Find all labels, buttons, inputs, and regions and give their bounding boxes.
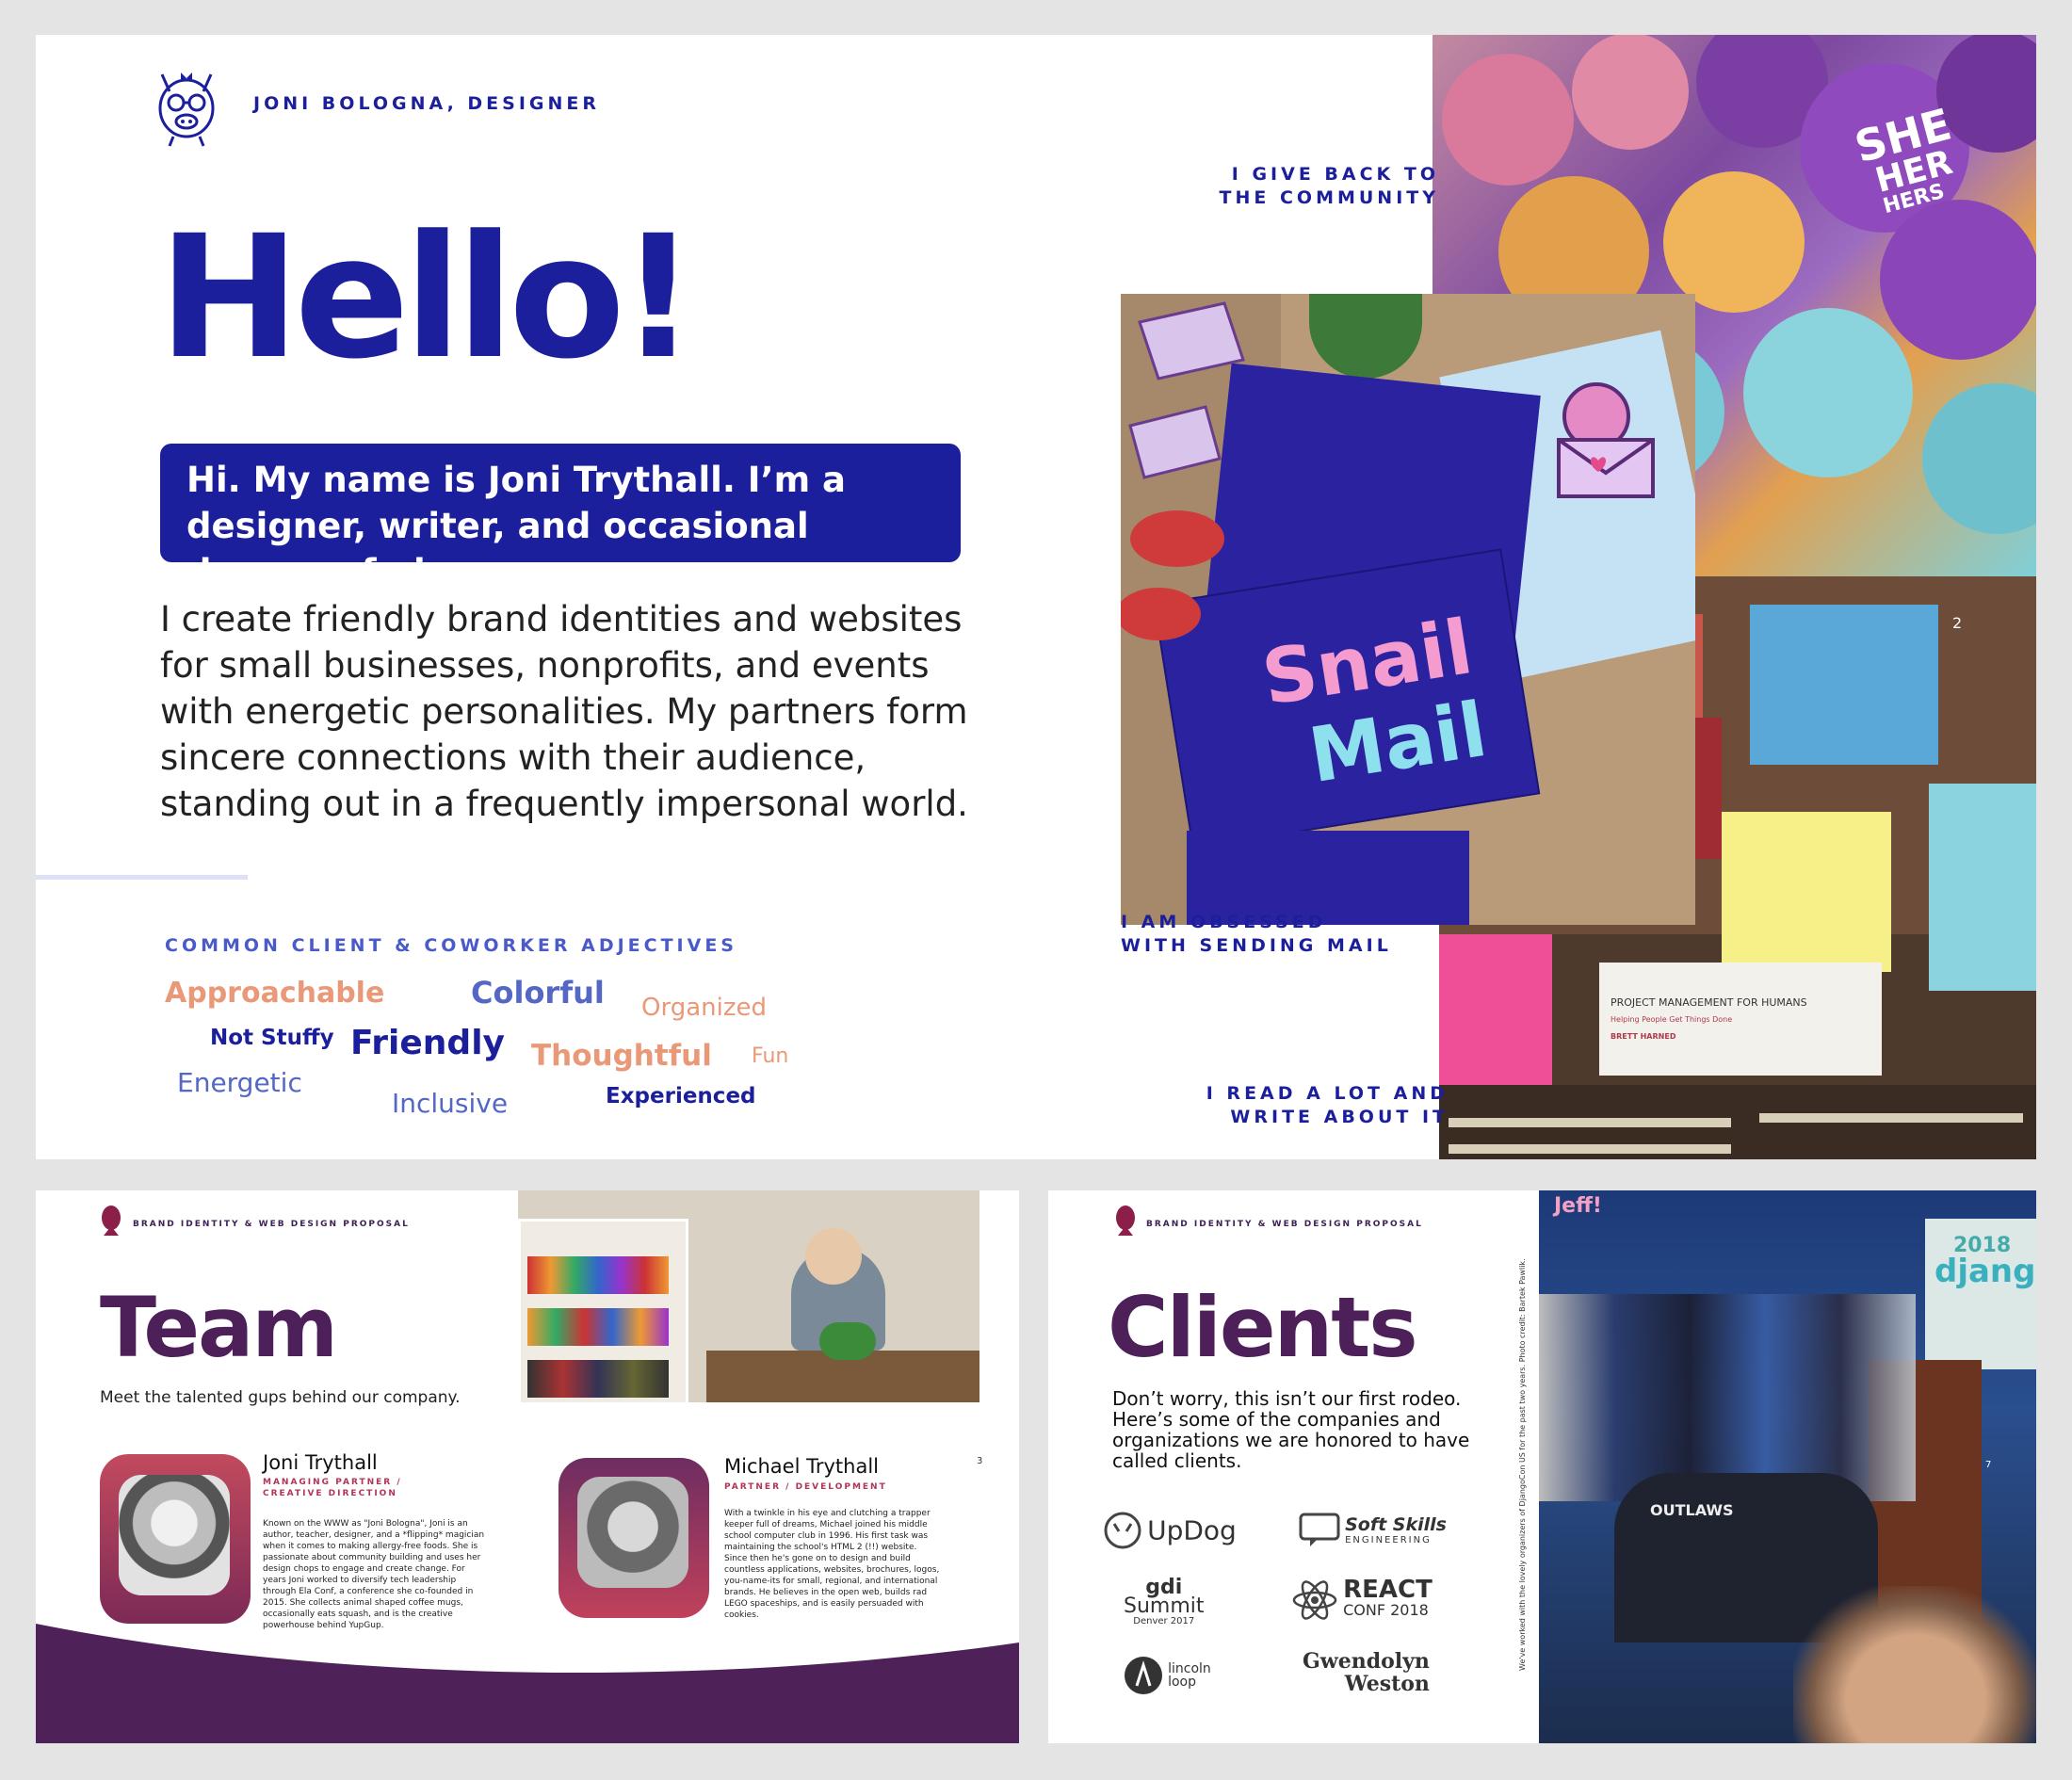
photo-page-number: 2 [1952, 614, 1963, 632]
clients-slide: BRAND IDENTITY & WEB DESIGN PROPOSAL Cli… [1048, 1190, 2036, 1743]
client-logo-gdi: gdi Summit Denver 2017 [1124, 1578, 1205, 1627]
adjective: Organized [641, 994, 767, 1022]
office-photo [518, 1190, 979, 1402]
weston-text: Weston [1344, 1672, 1430, 1696]
member-role: PARTNER / DEVELOPMENT [724, 1482, 887, 1492]
member-bio: With a twinkle in his eye and clutching … [724, 1509, 940, 1620]
shirt-text: OUTLAWS [1650, 1501, 1734, 1519]
intro-text: Hi. My name is Joni Trythall. I’m a desi… [186, 460, 846, 592]
client-logo-gwendolyn: Gwendolyn Weston [1303, 1650, 1430, 1695]
book-title: PROJECT MANAGEMENT FOR HUMANS [1611, 996, 1807, 1009]
adjective: Energetic [177, 1067, 302, 1098]
snail-mail-photo: Snail Mail [1121, 294, 1695, 925]
page-number: 3 [977, 1456, 983, 1466]
proposal-brand: BRAND IDENTITY & WEB DESIGN PROPOSAL [1146, 1220, 1423, 1229]
label-mail-line: I AM OBSESSED [1121, 912, 1327, 932]
label-community-line: THE COMMUNITY [1219, 187, 1439, 208]
chat-bubble-icon [1299, 1513, 1340, 1546]
lincoln-loop-icon [1125, 1657, 1162, 1694]
adjective: Experienced [606, 1084, 756, 1108]
divider [36, 875, 248, 880]
proposal-brand: BRAND IDENTITY & WEB DESIGN PROPOSAL [133, 1220, 410, 1229]
member-card-michael [558, 1458, 709, 1618]
gwendolyn-text: Gwendolyn [1303, 1649, 1430, 1674]
team-slide: BRAND IDENTITY & WEB DESIGN PROPOSAL Tea… [36, 1190, 1019, 1743]
label-mail-line: WITH SENDING MAIL [1121, 935, 1392, 956]
label-reading: I READ A LOT AND WRITE ABOUT IT [1166, 1082, 1449, 1129]
adjective: Friendly [350, 1024, 506, 1062]
member-name: Michael Trythall [724, 1455, 879, 1478]
banner-word: djang [1934, 1253, 2036, 1290]
photo-caption: We've worked with the lovely organizers … [1518, 1258, 1527, 1671]
book-subtitle: Helping People Get Things Done [1611, 1015, 1733, 1024]
label-reading-line: I READ A LOT AND [1206, 1083, 1449, 1104]
client-logo-lincoln: lincoln loop [1124, 1656, 1211, 1695]
adjectives-title: COMMON CLIENT & COWORKER ADJECTIVES [165, 935, 737, 956]
gdi-summit: Summit [1124, 1594, 1205, 1618]
react-atom-icon [1292, 1580, 1337, 1620]
client-logo-updog: UpDog [1103, 1511, 1237, 1550]
softskills-sub: ENGINEERING [1345, 1534, 1432, 1545]
member-bio: Known on the WWW as "Joni Bologna", Joni… [263, 1519, 485, 1630]
loop-text: loop [1168, 1675, 1197, 1690]
clients-title: Clients [1108, 1279, 1418, 1376]
member-card-joni [100, 1454, 251, 1624]
label-mail: I AM OBSESSED WITH SENDING MAIL [1121, 911, 1392, 958]
conference-photo: 2018 djang Jeff! OUTLAWS 7 [1539, 1190, 2036, 1743]
member-name: Joni Trythall [263, 1451, 378, 1474]
softskills-text: Soft Skills [1345, 1513, 1447, 1535]
pig-logo-icon [158, 73, 215, 147]
updog-text: UpDog [1147, 1514, 1237, 1546]
fish-logo-icon [102, 1206, 121, 1236]
banner-jeff: Jeff! [1554, 1194, 1602, 1218]
book-author: BRETT HARNED [1611, 1032, 1676, 1041]
intro-blurb: I create friendly brand identities and w… [160, 599, 968, 824]
adjective: Colorful [471, 975, 605, 1011]
adjective: Not Stuffy [210, 1026, 334, 1050]
updog-icon [1104, 1512, 1141, 1549]
clients-blurb: Don’t worry, this isn’t our first rodeo.… [1112, 1387, 1470, 1472]
brand-name: JONI BOLOGNA, DESIGNER [253, 93, 601, 114]
team-title: Team [100, 1279, 338, 1376]
intro-highlight: Hi. My name is Joni Trythall. I’m a desi… [160, 444, 961, 592]
gdi-year: Denver 2017 [1133, 1616, 1195, 1626]
avatar [119, 1475, 230, 1595]
react-text: REACT [1343, 1576, 1433, 1604]
hello-slide: JONI BOLOGNA, DESIGNER Hello! Hi. My nam… [36, 35, 2036, 1159]
label-reading-line: WRITE ABOUT IT [1230, 1107, 1449, 1127]
adjective: Thoughtful [531, 1039, 712, 1073]
footer-wave [36, 1624, 1019, 1743]
member-role: MANAGING PARTNER / CREATIVE DIRECTION [263, 1478, 402, 1498]
fish-logo-icon [1116, 1206, 1135, 1236]
label-community-line: I GIVE BACK TO [1231, 164, 1439, 185]
client-logo-react: REACT CONF 2018 [1291, 1578, 1433, 1622]
label-community: I GIVE BACK TO THE COMMUNITY [1185, 163, 1439, 210]
adjective: Inclusive [392, 1088, 509, 1119]
adjective: Approachable [165, 977, 385, 1010]
avatar [577, 1477, 688, 1588]
adjective: Fun [752, 1044, 789, 1068]
react-conf: CONF 2018 [1343, 1601, 1429, 1619]
team-subtitle: Meet the talented gups behind our compan… [100, 1388, 461, 1407]
photo-page-number: 7 [1985, 1460, 1992, 1470]
client-logo-softskills: Soft Skills ENGINEERING [1299, 1511, 1447, 1548]
hello-headline: Hello! [158, 200, 697, 396]
lincoln-text: lincoln [1168, 1661, 1211, 1676]
